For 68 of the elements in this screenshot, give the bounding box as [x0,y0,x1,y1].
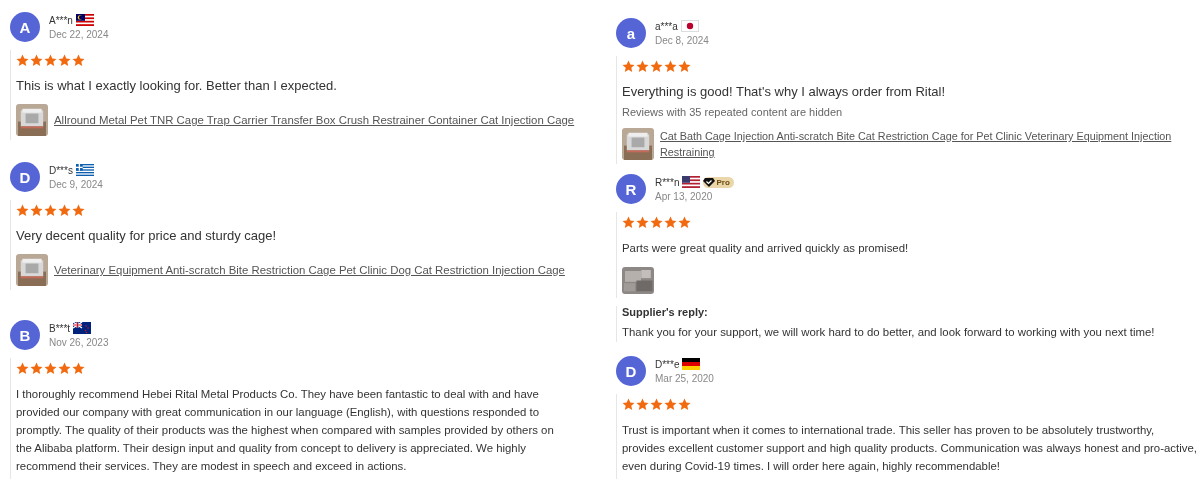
reviewer-name: B***t [49,322,71,334]
review-date: Apr 13, 2020 [655,191,714,202]
star-icon [58,204,71,217]
reviewer-name: D***e [655,358,680,370]
star-icon [30,204,43,217]
star-icon [622,398,635,411]
star-icon [44,54,57,67]
reviewer-name: R***n [655,176,680,188]
review-date: Dec 8, 2024 [655,35,709,46]
star-icon [636,216,649,229]
product-link[interactable]: Allround Metal Pet TNR Cage Trap Carrier Transfer Box Crush Restrainer Container Cat Injection Cage [54,112,575,128]
star-icon [72,204,85,217]
star-icon [650,216,663,229]
avatar: D [616,356,646,386]
review-text: Everything is good! That's why I always order from Rital! [622,83,947,100]
product-link[interactable]: Cat Bath Cage Injection Anti-scratch Bite Cat Restriction Cage for Pet Clinic Veterinary Equipment Injection Restraining [660,128,1200,160]
star-icon [30,362,43,375]
star-icon [72,54,85,67]
star-icon [16,204,29,217]
flag-icon [680,20,699,32]
review-text: I thoroughly recommend Hebei Rital Metal Products Co. They have been fantastic to deal with and have provided our company with great communication in our language (English), with questions responded to promptly. The quality of their products was the highest when compared with samples provided by others on the Alibaba platform. Their design input and quality from concept to delivery is appreciated. We highly recommend their services. They are modest in speech and exceed in actions. [16,387,555,474]
star-icon [636,60,649,73]
star-icon [72,362,85,375]
avatar: R [616,174,646,204]
reply-text: Thank you for your support, we will work hard to do better, and look forward to working with you next time! [622,325,1156,340]
reply-label: Supplier's reply: [622,306,709,318]
flag-icon [682,358,701,370]
review-date: Dec 22, 2024 [49,29,109,40]
star-icon [650,60,663,73]
review-text: Very decent quality for price and sturdy cage! [16,227,278,244]
avatar: D [10,162,40,192]
star-icon [636,398,649,411]
star-icon [44,362,57,375]
star-icon [622,216,635,229]
reviewer-name: a***a [655,20,678,32]
star-icon [58,54,71,67]
review-text: Trust is important when it comes to international trade. This seller has proven to be absolutely trustworthy, provides excellent customer support and high quality products. Communication was always honest and pro-active, even during Covid-19 times. I will order here again, highly recommendable! [622,423,1197,474]
review-text: Parts were great quality and arrived quickly as promised! [622,241,910,256]
star-icon [16,362,29,375]
star-icon [622,60,635,73]
star-icon [16,54,29,67]
hidden-reviews-note: Reviews with 35 repeated content are hidden [622,106,844,118]
flag-icon [75,164,94,176]
review-text: This is what I exactly looking for. Better than I expected. [16,77,338,94]
star-icon [664,216,677,229]
star-icon [30,54,43,67]
star-icon [650,398,663,411]
pro-badge: Pro [703,176,734,188]
star-icon [664,60,677,73]
star-icon [678,60,691,73]
avatar: B [10,320,40,350]
star-icon [678,398,691,411]
star-icon [664,398,677,411]
avatar: A [10,12,40,42]
reviewer-name: D***s [49,164,73,176]
avatar: a [616,18,646,48]
flag-icon [682,176,701,188]
review-date: Mar 25, 2020 [655,373,714,384]
review-date: Nov 26, 2023 [49,337,109,348]
star-icon [58,362,71,375]
flag-icon [73,322,92,334]
review-date: Dec 9, 2024 [49,179,103,190]
product-link[interactable]: Veterinary Equipment Anti-scratch Bite Restriction Cage Pet Clinic Dog Cat Restriction Injection Cage [54,262,565,278]
star-icon [44,204,57,217]
reviewer-name: A***n [49,14,73,26]
flag-icon [75,14,94,26]
diamond-icon [703,177,716,187]
star-icon [678,216,691,229]
